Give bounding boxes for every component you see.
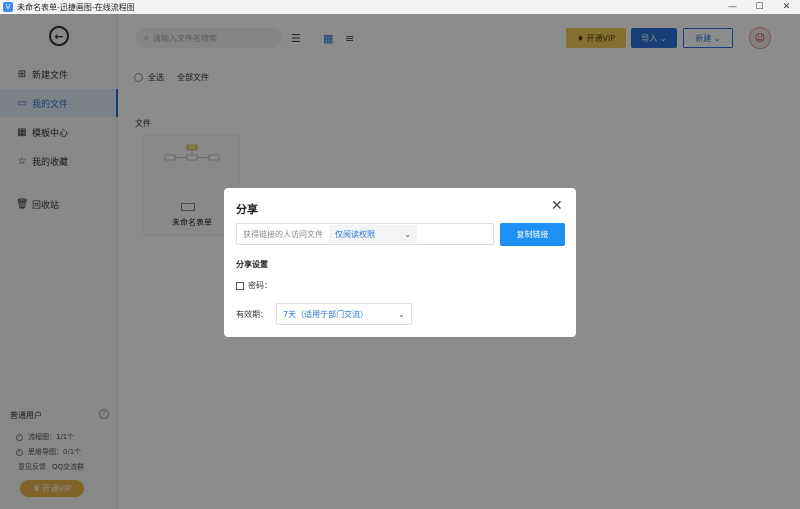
share-settings-title: 分享设置 xyxy=(236,260,268,269)
permission-select[interactable]: 仅阅读权限 ⌄ xyxy=(329,225,417,243)
expire-value: 7天（适用于部门交流） xyxy=(283,309,369,319)
chevron-down-icon: ⌄ xyxy=(404,229,411,239)
window-controls: — ☐ ✕ xyxy=(719,0,800,14)
link-access-label: 获得链接的人访问文件 xyxy=(243,229,323,239)
maximize-button[interactable]: ☐ xyxy=(746,0,773,14)
password-checkbox[interactable]: 密码： xyxy=(236,280,272,291)
password-label: 密码： xyxy=(248,281,272,290)
minimize-button[interactable]: — xyxy=(719,0,746,14)
expire-select[interactable]: 7天（适用于部门交流） ⌄ xyxy=(276,303,412,325)
title-bar: V 未命名表单-迅捷画图-在线流程图 — ☐ ✕ xyxy=(0,0,800,14)
dialog-title: 分享 xyxy=(236,203,258,216)
expire-label: 有效期： xyxy=(236,310,268,319)
close-icon[interactable]: ✕ xyxy=(551,199,563,213)
close-window-button[interactable]: ✕ xyxy=(773,0,800,14)
app-logo-icon: V xyxy=(3,2,13,12)
copy-link-button[interactable]: 复制链接 xyxy=(500,223,565,246)
permission-value: 仅阅读权限 xyxy=(335,229,375,239)
share-dialog: 分享 ✕ 获得链接的人访问文件 仅阅读权限 ⌄ 复制链接 分享设置 密码： 有效… xyxy=(224,188,576,337)
chevron-down-icon: ⌄ xyxy=(398,309,405,319)
share-link-box: 获得链接的人访问文件 仅阅读权限 ⌄ xyxy=(236,223,494,245)
checkbox-box xyxy=(236,281,244,290)
window-title: 未命名表单-迅捷画图-在线流程图 xyxy=(17,2,135,12)
